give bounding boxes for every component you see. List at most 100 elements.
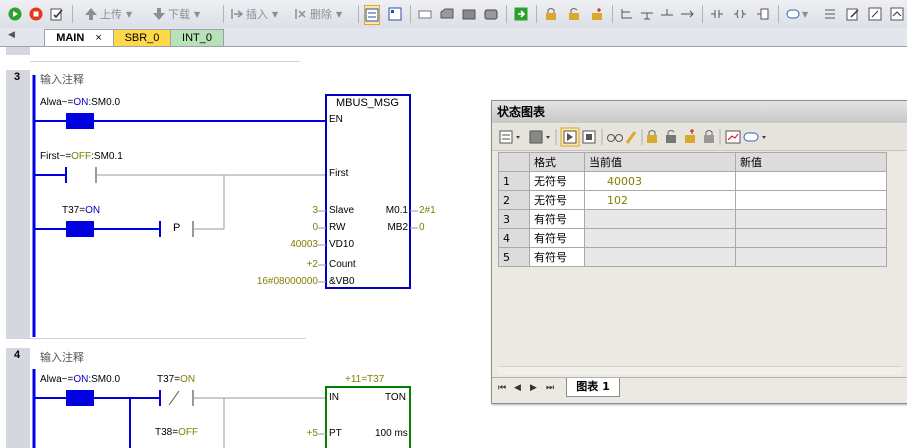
more-button[interactable] <box>890 5 904 23</box>
tab-main[interactable]: MAIN × <box>44 29 114 46</box>
lock-add-button[interactable] <box>590 5 604 23</box>
delete-button[interactable]: 删除 ▼ <box>294 5 342 23</box>
compile-button[interactable] <box>50 5 64 23</box>
row-number[interactable]: 4 <box>498 228 530 248</box>
contact-t37-label: T37=ON <box>62 205 101 216</box>
status-chart-toolbar <box>492 124 907 151</box>
box-out-icon <box>757 8 769 20</box>
insert-button[interactable]: 插入 ▼ <box>230 5 278 23</box>
lock-add-icon <box>685 129 695 143</box>
trend-chart-icon <box>725 130 741 144</box>
format-cell[interactable]: 有符号 <box>529 247 585 267</box>
chevron-down-icon <box>546 136 550 139</box>
glasses-icon <box>607 134 623 142</box>
column-header-format[interactable]: 格式 <box>529 152 585 172</box>
delete-label: 删除 <box>310 8 332 21</box>
editor-tab-bar: ◀ MAIN × SBR_0 INT_0 <box>0 28 907 47</box>
horizontal-scrollbar[interactable] <box>498 366 902 375</box>
table-row[interactable]: 3 有符号 <box>498 209 887 229</box>
format-cell[interactable]: 有符号 <box>529 209 585 229</box>
tab-scroll-left-icon[interactable]: ◀ <box>8 30 15 40</box>
format-cell[interactable]: 有符号 <box>529 228 585 248</box>
contact-insert-button[interactable] <box>418 5 432 23</box>
contact-sm00-label: Alwa~=ON:SM0.0 <box>40 374 121 385</box>
value-count: +2 <box>306 259 318 270</box>
pin-m01: M0.1 <box>385 205 408 216</box>
stop-button[interactable] <box>29 5 43 23</box>
status-chart-table: 格式 当前值 新值 1 无符号 40003 2 无符号 102 3 有符号 4 … <box>498 152 887 267</box>
program-status-button[interactable] <box>364 5 380 25</box>
line-up-button[interactable] <box>660 5 674 23</box>
value-vd10: 40003 <box>290 239 318 250</box>
branch-button[interactable] <box>620 5 634 23</box>
value-slave: 3 <box>312 205 318 216</box>
program-status-icon <box>365 8 379 22</box>
add-row-icon <box>499 130 513 144</box>
unlock-button[interactable] <box>567 5 581 23</box>
run-button[interactable] <box>8 5 22 23</box>
pin-in: IN <box>329 392 339 403</box>
coil-button[interactable] <box>733 5 747 23</box>
contact-no-button[interactable] <box>710 5 724 23</box>
upload-button[interactable]: 上传 ▼ <box>84 5 132 23</box>
status-chart-window[interactable]: 状态图表 格式 当前值 新值 1 无符号 40003 2 无符号 102 3 有… <box>491 100 907 404</box>
line-down-button[interactable] <box>640 5 654 23</box>
column-header-new-value[interactable]: 新值 <box>735 152 887 172</box>
green-go-button[interactable] <box>514 5 528 23</box>
symbol-table-button[interactable] <box>868 5 882 23</box>
timer-unit: 100 ms <box>375 428 408 439</box>
delete-icon <box>295 9 306 19</box>
compile-icon <box>50 8 63 21</box>
row-number[interactable]: 5 <box>498 247 530 267</box>
chart-status-button[interactable] <box>388 5 402 23</box>
chart-status-icon <box>560 127 580 147</box>
coil-insert-button[interactable] <box>440 5 454 23</box>
box-button[interactable] <box>756 5 770 23</box>
table-row[interactable]: 4 有符号 <box>498 228 887 248</box>
tab-main-label: MAIN <box>56 32 85 44</box>
column-header-current-value[interactable]: 当前值 <box>584 152 736 172</box>
download-button[interactable]: 下载 ▼ <box>152 5 200 23</box>
chevron-down-icon <box>762 136 766 139</box>
edit-button[interactable] <box>846 5 860 23</box>
sheet-tab-chart-1[interactable]: 图表 1 <box>566 378 620 397</box>
tab-sbr-0[interactable]: SBR_0 <box>113 29 171 46</box>
list-button[interactable] <box>823 5 837 23</box>
table-row[interactable]: 1 无符号 40003 <box>498 171 887 191</box>
box-insert-button[interactable] <box>462 5 476 23</box>
new-value-cell[interactable] <box>735 190 887 210</box>
coil-icon <box>440 8 454 19</box>
prev-sheet-icon[interactable]: ◀ <box>514 383 521 393</box>
format-cell[interactable]: 无符号 <box>529 190 585 210</box>
arrow-down-icon <box>153 8 165 20</box>
next-sheet-icon[interactable]: ▶ <box>530 383 537 393</box>
new-value-cell[interactable] <box>735 171 887 191</box>
close-icon[interactable]: × <box>95 32 101 44</box>
new-value-cell[interactable] <box>735 247 887 267</box>
new-value-cell[interactable] <box>735 228 887 248</box>
row-number[interactable]: 3 <box>498 209 530 229</box>
format-cell[interactable]: 无符号 <box>529 171 585 191</box>
status-chart-title[interactable]: 状态图表 <box>492 101 907 123</box>
line-right-button[interactable] <box>680 5 694 23</box>
new-value-cell[interactable] <box>735 209 887 229</box>
table-row[interactable]: 2 无符号 102 <box>498 190 887 210</box>
table-row[interactable]: 5 有符号 <box>498 247 887 267</box>
row-number[interactable]: 2 <box>498 190 530 210</box>
tv-insert-button[interactable] <box>484 5 498 23</box>
coil-out-icon <box>734 9 746 19</box>
first-sheet-icon[interactable]: ⏮ <box>498 383 506 393</box>
pin-count: Count <box>329 259 356 270</box>
chevron-down-icon: ▼ <box>126 9 133 19</box>
row-number[interactable]: 1 <box>498 171 530 191</box>
chevron-down-icon: ▼ <box>194 9 201 19</box>
comment-button[interactable]: ▼ <box>786 5 808 23</box>
contact-energized <box>66 113 94 129</box>
last-sheet-icon[interactable]: ⏭ <box>546 383 554 393</box>
tv-icon <box>484 9 498 20</box>
value-m01: 2#1 <box>419 205 436 216</box>
lock-button[interactable] <box>544 5 558 23</box>
contact-energized <box>66 221 94 237</box>
tab-sbr-0-label: SBR_0 <box>124 32 160 44</box>
tab-int-0[interactable]: INT_0 <box>170 29 224 46</box>
